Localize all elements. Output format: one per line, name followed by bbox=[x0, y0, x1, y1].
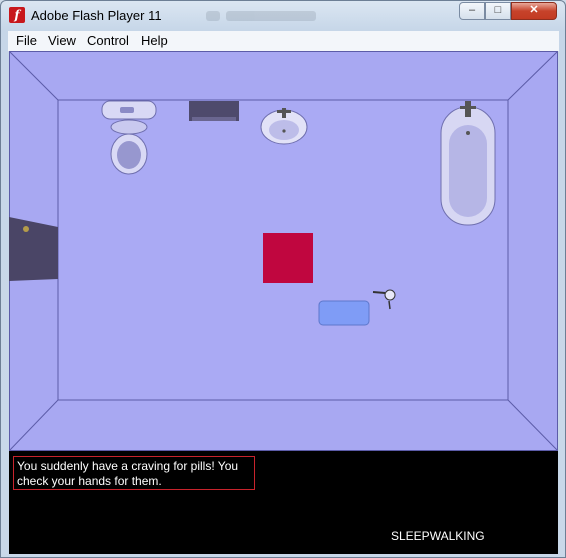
game-stage[interactable] bbox=[9, 51, 558, 451]
door[interactable] bbox=[9, 217, 58, 281]
app-window: f Adobe Flash Player 11 – □ ✕ File View … bbox=[0, 0, 566, 558]
flash-player-icon: f bbox=[9, 7, 25, 23]
game-title-label: SLEEPWALKING bbox=[391, 529, 485, 543]
blurred-background-title bbox=[206, 8, 336, 22]
player-character[interactable] bbox=[263, 233, 313, 283]
message-panel: You suddenly have a craving for pills! Y… bbox=[9, 451, 558, 554]
close-button[interactable]: ✕ bbox=[511, 2, 557, 20]
cabinet-shelf bbox=[192, 117, 236, 121]
bathtub-icon[interactable] bbox=[440, 101, 496, 226]
door-knob bbox=[23, 226, 29, 232]
title-bar[interactable]: f Adobe Flash Player 11 – □ ✕ bbox=[1, 1, 565, 31]
minimize-button[interactable]: – bbox=[459, 2, 485, 20]
menu-view[interactable]: View bbox=[48, 33, 76, 48]
menu-control[interactable]: Control bbox=[87, 33, 129, 48]
window-title: Adobe Flash Player 11 bbox=[31, 8, 162, 23]
game-message: You suddenly have a craving for pills! Y… bbox=[13, 456, 255, 490]
maximize-button[interactable]: □ bbox=[485, 2, 511, 20]
bathroom-scene bbox=[9, 51, 558, 451]
bath-rug[interactable] bbox=[318, 300, 370, 326]
menu-bar: File View Control Help bbox=[8, 31, 559, 52]
menu-help[interactable]: Help bbox=[141, 33, 168, 48]
menu-file[interactable]: File bbox=[16, 33, 37, 48]
